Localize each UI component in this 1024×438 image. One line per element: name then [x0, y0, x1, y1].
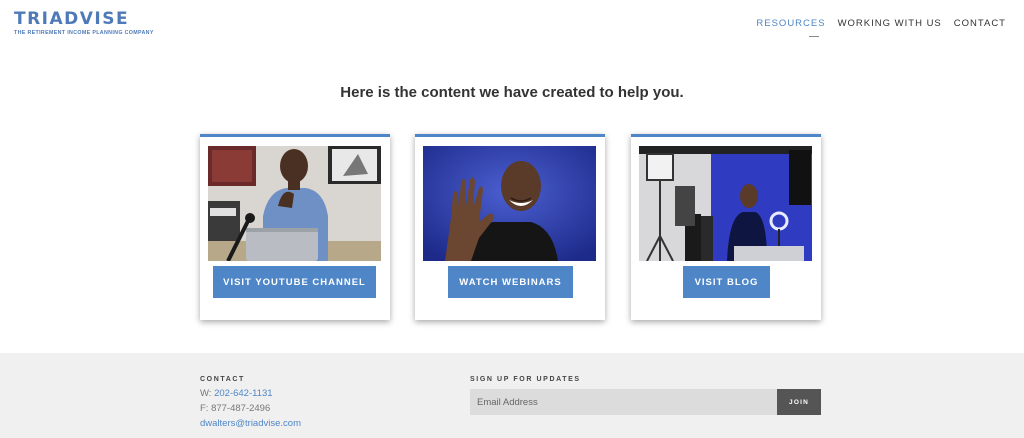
- footer-contact-heading: CONTACT: [200, 376, 245, 383]
- triadvise-logo[interactable]: TRIADVISE THE RETIREMENT INCOME PLANNING…: [14, 9, 154, 37]
- phone-w-link[interactable]: 202-642-1131: [214, 388, 272, 399]
- nav-working-with-us[interactable]: WORKING WITH US: [838, 18, 942, 29]
- logo-tagline: THE RETIREMENT INCOME PLANNING COMPANY: [14, 30, 154, 36]
- active-nav-indicator: [809, 36, 819, 37]
- nav-contact[interactable]: CONTACT: [954, 18, 1006, 29]
- email-input[interactable]: [470, 389, 777, 415]
- man-at-laptop-photo: [208, 146, 381, 261]
- card-blog: VISIT BLOG: [631, 134, 821, 320]
- main-nav: RESOURCES WORKING WITH US CONTACT: [756, 18, 1006, 29]
- phone-w-prefix: W:: [200, 388, 215, 399]
- logo-wordmark: TRIADVISE: [14, 9, 130, 29]
- footer-email-link[interactable]: dwalters@triadvise.com: [200, 418, 301, 429]
- site-footer: CONTACT W: 202-642-1131 F: 877-487-2496 …: [0, 353, 1024, 438]
- visit-youtube-button[interactable]: VISIT YOUTUBE CHANNEL: [213, 266, 376, 298]
- studio-setup-photo: [639, 146, 812, 261]
- page-headline: Here is the content we have created to h…: [340, 84, 684, 101]
- footer-phone-f: F: 877-487-2496: [200, 403, 271, 414]
- visit-blog-button[interactable]: VISIT BLOG: [683, 266, 770, 298]
- nav-resources[interactable]: RESOURCES: [756, 18, 825, 29]
- card-youtube: VISIT YOUTUBE CHANNEL: [200, 134, 390, 320]
- signup-heading: SIGN UP FOR UPDATES: [470, 376, 581, 383]
- card-webinars: WATCH WEBINARS: [415, 134, 605, 320]
- watch-webinars-button[interactable]: WATCH WEBINARS: [448, 266, 573, 298]
- join-button[interactable]: JOIN: [777, 389, 821, 415]
- man-waving-photo: [423, 146, 596, 261]
- site-header: TRIADVISE THE RETIREMENT INCOME PLANNING…: [0, 0, 1024, 48]
- footer-phone-w: W: 202-642-1131: [200, 388, 273, 399]
